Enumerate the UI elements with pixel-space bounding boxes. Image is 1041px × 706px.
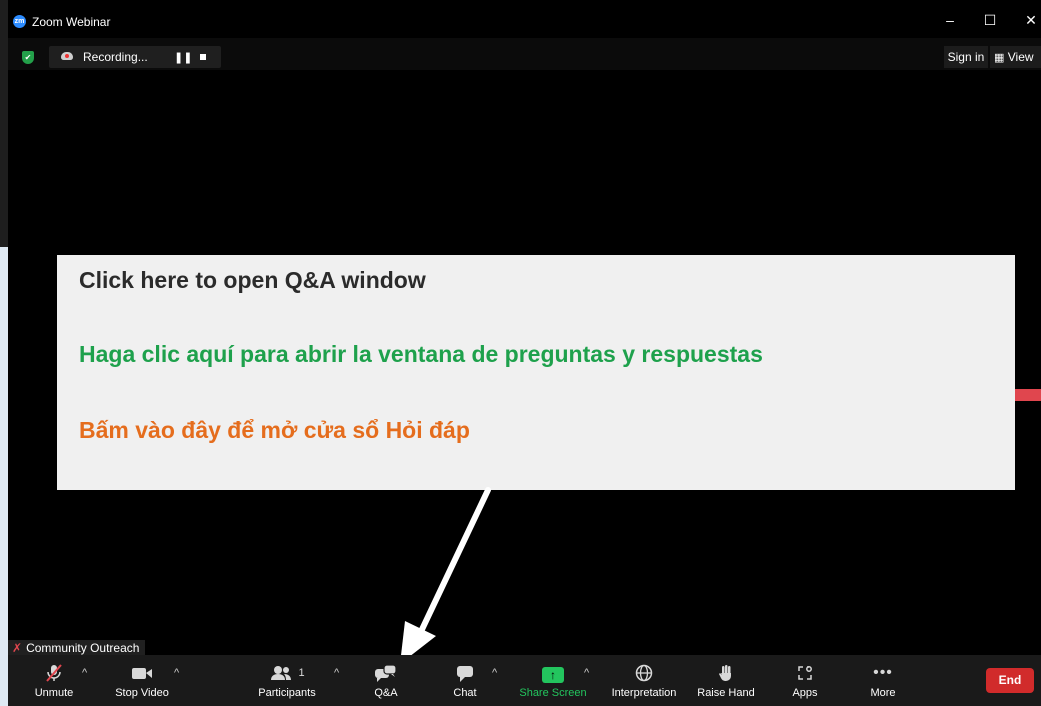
close-button[interactable]: ✕ — [1023, 12, 1039, 29]
stop-video-button[interactable]: Stop Video — [108, 655, 176, 706]
video-camera-icon — [108, 663, 176, 683]
participant-name: Community Outreach — [26, 641, 140, 655]
share-screen-label: Share Screen — [519, 687, 587, 699]
interpretation-button[interactable]: Interpretation — [606, 655, 682, 706]
apps-label: Apps — [792, 687, 818, 699]
recording-indicator: Recording... ❚❚ — [49, 46, 221, 68]
meeting-top-bar: ✔ Recording... ❚❚ Sign in ▦ View — [8, 38, 1041, 70]
participants-icon: 1 — [254, 663, 320, 683]
chat-label: Chat — [453, 687, 477, 699]
share-screen-icon: ↑ — [542, 667, 564, 683]
audio-options-caret[interactable]: ^ — [82, 667, 87, 679]
share-screen-icon-wrap: ↑ — [518, 663, 588, 683]
security-shield-icon[interactable]: ✔ — [22, 51, 34, 64]
apps-icon — [785, 663, 825, 683]
chat-options-caret[interactable]: ^ — [492, 667, 497, 679]
video-edge-marker — [1015, 389, 1041, 401]
microphone-muted-icon — [28, 663, 80, 683]
more-label: More — [870, 687, 896, 699]
end-button[interactable]: End — [986, 668, 1034, 693]
pause-recording-icon[interactable]: ❚❚ — [174, 51, 192, 64]
participants-label: Participants — [258, 687, 316, 699]
participants-count: 1 — [298, 667, 305, 679]
raise-hand-button[interactable]: Raise Hand — [694, 655, 758, 706]
maximize-button[interactable]: ☐ — [982, 12, 998, 29]
instruction-vietnamese: Bấm vào đây để mở cửa sổ Hỏi đáp — [79, 417, 470, 443]
view-label: View — [1007, 50, 1034, 64]
sign-in-button[interactable]: Sign in — [944, 46, 988, 68]
video-options-caret[interactable]: ^ — [174, 667, 179, 679]
zoom-logo-icon: zm — [13, 15, 26, 28]
share-screen-button[interactable]: ↑ Share Screen — [518, 655, 588, 706]
participants-button[interactable]: 1 Participants — [254, 655, 320, 706]
chat-button[interactable]: Chat — [445, 655, 485, 706]
raise-hand-label: Raise Hand — [697, 687, 755, 699]
more-dots-icon: ••• — [873, 664, 893, 681]
instruction-spanish: Haga clic aquí para abrir la ventana de … — [79, 341, 763, 367]
unmute-button[interactable]: Unmute — [28, 655, 80, 706]
view-button[interactable]: ▦ View — [990, 46, 1041, 68]
recording-label: Recording... — [83, 50, 148, 64]
chat-icon — [445, 663, 485, 683]
hand-icon — [694, 663, 758, 683]
stop-recording-icon[interactable] — [200, 54, 206, 60]
title-bar: zm Zoom Webinar – ☐ ✕ — [8, 6, 1041, 38]
desktop-background-strip — [0, 0, 8, 706]
cloud-recording-icon — [61, 52, 73, 60]
app-title: Zoom Webinar — [32, 15, 111, 29]
stop-video-label: Stop Video — [115, 687, 169, 699]
instruction-english: Click here to open Q&A window — [79, 267, 426, 293]
meeting-toolbar: Unmute ^ Stop Video ^ 1 Participants ^ Q… — [8, 655, 1041, 706]
qa-button[interactable]: Q&A — [368, 655, 404, 706]
qa-label: Q&A — [374, 687, 398, 699]
unmute-label: Unmute — [34, 687, 74, 699]
interpretation-label: Interpretation — [611, 687, 677, 699]
grid-icon: ▦ — [994, 52, 1005, 64]
globe-icon — [606, 663, 682, 683]
participants-options-caret[interactable]: ^ — [334, 667, 339, 679]
instruction-overlay: Click here to open Q&A window Haga clic … — [57, 255, 1015, 490]
muted-mic-icon: ✗ — [12, 641, 23, 655]
apps-button[interactable]: Apps — [785, 655, 825, 706]
share-options-caret[interactable]: ^ — [584, 667, 589, 679]
minimize-button[interactable]: – — [942, 12, 958, 28]
more-button[interactable]: ••• More — [863, 655, 903, 706]
qa-icon — [368, 663, 404, 683]
